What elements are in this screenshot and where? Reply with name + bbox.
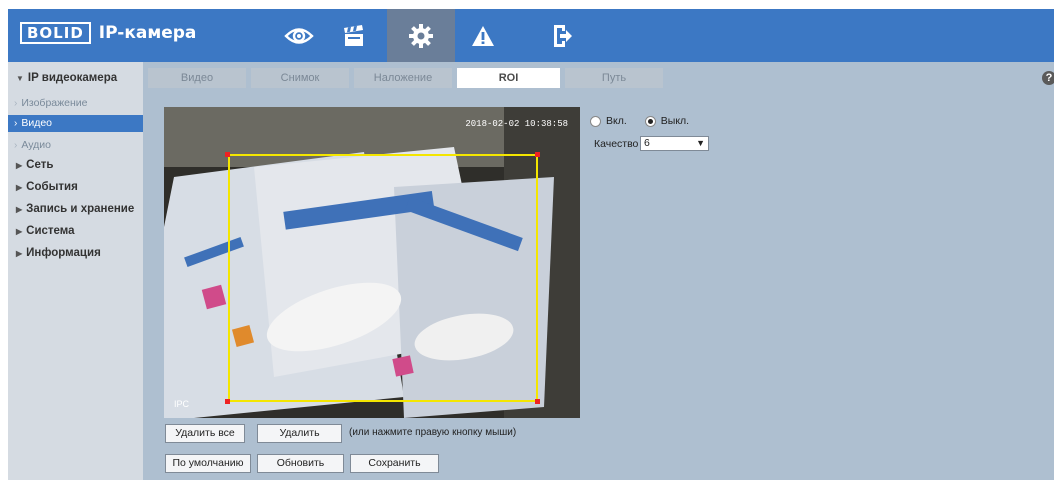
roi-handle[interactable] — [225, 152, 230, 157]
roi-enable-options: Вкл. Выкл. — [590, 115, 689, 127]
tab-snapshot[interactable]: Снимок — [251, 68, 349, 88]
sidebar-item-system[interactable]: ▶ Система — [16, 225, 75, 237]
radio-on[interactable] — [590, 115, 601, 127]
sidebar-subitem-label: Видео — [21, 117, 53, 129]
caret-right-icon: ▶ — [16, 248, 23, 258]
clapperboard-icon — [344, 24, 363, 46]
exit-icon — [554, 24, 572, 47]
default-button[interactable]: По умолчанию — [165, 454, 251, 473]
logo: BOLID IP-камера — [20, 22, 196, 44]
sidebar-item-ip-camera[interactable]: ▼ IP видеокамера — [16, 72, 117, 84]
gear-icon — [409, 23, 433, 48]
help-icon[interactable]: ? — [1042, 71, 1054, 85]
sidebar-subitem-label: Аудио — [21, 139, 51, 151]
chevron-right-icon: › — [14, 98, 18, 109]
sidebar-item-label: Информация — [26, 247, 101, 259]
sidebar-subitem-image[interactable]: › Изображение — [14, 97, 88, 109]
quality-label: Качество — [594, 138, 639, 150]
sidebar-subitem-audio[interactable]: › Аудио — [14, 139, 51, 151]
delete-button[interactable]: Удалить — [257, 424, 342, 443]
eye-icon — [284, 27, 314, 44]
roi-handle[interactable] — [535, 152, 540, 157]
chevron-right-icon: › — [14, 140, 18, 151]
roi-region[interactable] — [228, 154, 538, 402]
roi-handle[interactable] — [225, 399, 230, 404]
chevron-right-icon: › — [14, 118, 18, 129]
app-title: IP-камера — [98, 23, 197, 43]
sidebar-item-label: IP видеокамера — [27, 72, 118, 84]
quality-value: 6 — [644, 137, 650, 149]
tab-path[interactable]: Путь — [565, 68, 663, 88]
delete-all-button[interactable]: Удалить все — [165, 424, 245, 443]
sidebar-subitem-label: Изображение — [21, 97, 88, 109]
radio-on-label: Вкл. — [606, 115, 627, 127]
sidebar-item-network[interactable]: ▶ Сеть — [16, 159, 53, 171]
roi-handle[interactable] — [535, 399, 540, 404]
sidebar-item-storage[interactable]: ▶ Запись и хранение — [16, 203, 134, 215]
chevron-down-icon: ▼ — [696, 138, 705, 148]
caret-down-icon: ▼ — [16, 73, 24, 83]
sidebar: ▼ IP видеокамера › Изображение › Видео › Ау… — [8, 62, 143, 480]
sidebar-subitem-video[interactable]: › Видео — [8, 115, 143, 132]
video-preview[interactable]: 2018-02-02 10:38:58 IPC — [164, 107, 580, 418]
video-timestamp: 2018-02-02 10:38:58 — [465, 119, 568, 129]
content-panel: Видео Снимок Наложение ROI Путь ? 2018-0… — [143, 62, 1054, 480]
tab-overlay[interactable]: Наложение — [354, 68, 452, 88]
quality-select[interactable]: 6 ▼ — [640, 136, 709, 151]
caret-right-icon: ▶ — [16, 226, 23, 236]
refresh-button[interactable]: Обновить — [257, 454, 344, 473]
tab-video[interactable]: Видео — [148, 68, 246, 88]
radio-off-label: Выкл. — [660, 115, 690, 127]
channel-label: IPC — [174, 399, 190, 409]
caret-right-icon: ▶ — [16, 204, 23, 214]
nav-alarm[interactable] — [449, 9, 517, 62]
sidebar-item-label: Система — [26, 225, 75, 237]
warning-icon — [472, 25, 494, 46]
delete-hint: (или нажмите правую кнопку мыши) — [349, 427, 517, 438]
caret-right-icon: ▶ — [16, 160, 23, 170]
caret-right-icon: ▶ — [16, 182, 23, 192]
sidebar-item-label: Сеть — [26, 159, 54, 171]
nav-playback[interactable] — [320, 9, 388, 62]
save-button[interactable]: Сохранить — [350, 454, 439, 473]
sidebar-item-label: События — [26, 181, 78, 193]
nav-setup[interactable] — [387, 9, 455, 62]
radio-off[interactable] — [644, 115, 656, 127]
top-bar: BOLID IP-камера — [0, 0, 1054, 62]
sidebar-item-info[interactable]: ▶ Информация — [16, 247, 101, 259]
tab-roi[interactable]: ROI — [457, 68, 560, 88]
nav-logout[interactable] — [528, 9, 596, 62]
brand-logo: BOLID — [20, 22, 91, 44]
sidebar-item-label: Запись и хранение — [26, 203, 135, 215]
sidebar-item-events[interactable]: ▶ События — [16, 181, 78, 193]
